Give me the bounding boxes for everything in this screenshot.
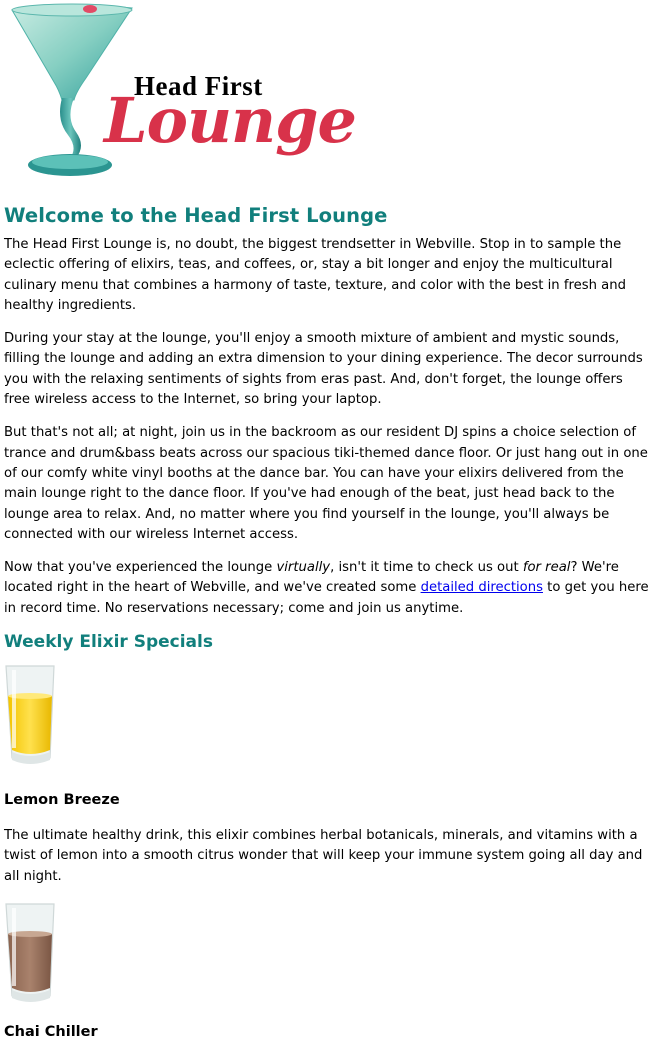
lounge-logo: Head First Lounge (4, 0, 364, 190)
emphasis-virtually: virtually (276, 560, 331, 576)
specials-heading: Weekly Elixir Specials (4, 632, 213, 653)
lemon-breeze-title: Lemon Breeze (4, 792, 120, 809)
nightlife-paragraph: But that's not all; at night, join us in… (4, 425, 648, 542)
lemon-drink-glass-icon (5, 665, 55, 765)
logo-large-text: Lounge (104, 84, 357, 157)
page-title: Welcome to the Head First Lounge (4, 204, 388, 227)
lemon-breeze-description: The ultimate healthy drink, this elixir … (4, 828, 643, 884)
directions-link[interactable]: detailed directions (421, 580, 543, 595)
chai-chiller-image (4, 900, 652, 1006)
page: Head First Lounge Welcome to the Head Fi… (0, 0, 656, 1040)
emphasis-for-real: for real (522, 560, 571, 576)
intro-paragraph: The Head First Lounge is, no doubt, the … (4, 237, 626, 313)
ambience-paragraph: During your stay at the lounge, you'll e… (4, 331, 643, 408)
chai-drink-glass-icon (5, 903, 55, 1002)
directions-paragraph: Now that you've experienced the lounge v… (4, 560, 649, 616)
lemon-breeze-image (4, 662, 652, 770)
